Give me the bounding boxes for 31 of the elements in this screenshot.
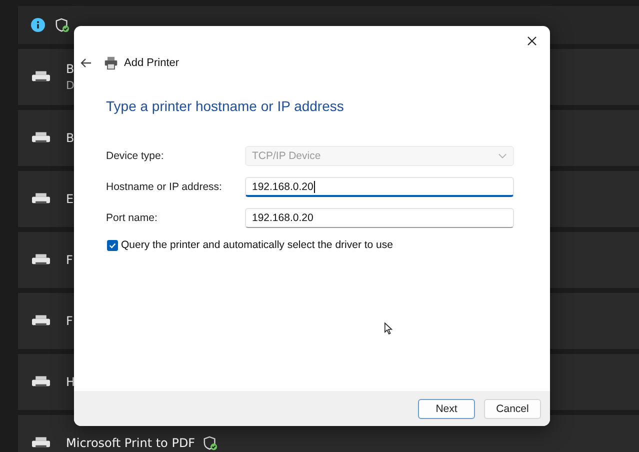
printer-name: F — [66, 314, 73, 328]
checkbox[interactable] — [107, 240, 118, 250]
input-field[interactable]: 192.168.0.20 — [245, 177, 514, 197]
printer-status: D — [66, 79, 74, 92]
printer-name: Microsoft Print to PDF — [66, 436, 196, 450]
mouse-pointer-icon — [384, 322, 393, 335]
printer-name: E — [66, 192, 74, 206]
field-label: Port name: — [106, 212, 158, 224]
chevron-icon — [498, 153, 507, 159]
printer-name: F — [66, 253, 73, 267]
info-icon — [31, 18, 45, 32]
printer-name: B — [66, 62, 74, 76]
printer-icon — [32, 192, 50, 206]
field-label: Hostname or IP address: — [106, 181, 223, 193]
printer-icon — [32, 314, 50, 328]
printer-name: H — [66, 375, 76, 389]
cancel-button[interactable]: Cancel — [484, 398, 541, 418]
printer-icon — [32, 376, 50, 388]
printer-name: B — [66, 131, 74, 145]
input-field[interactable]: 192.168.0.20 — [245, 208, 514, 228]
shield-check-icon — [55, 18, 70, 32]
dialog-heading: Type a printer hostname or IP address — [106, 98, 345, 114]
printer-icon — [104, 56, 118, 70]
printer-icon — [32, 436, 50, 450]
printer-icon — [32, 132, 50, 144]
checkbox-label: Query the printer and automatically select the driver to use — [121, 239, 393, 251]
printer-icon — [32, 70, 50, 84]
printer-icon — [32, 254, 50, 266]
field-label: Device type: — [106, 150, 165, 162]
next-button[interactable]: Next — [418, 398, 475, 418]
dialog-title: Add Printer — [124, 57, 180, 69]
